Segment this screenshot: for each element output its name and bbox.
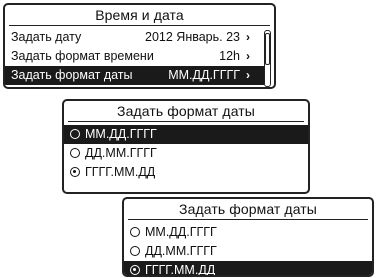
dialog-title: Задать формат даты [128, 199, 368, 220]
radio-checked-icon [70, 167, 80, 177]
scrollbar[interactable] [264, 30, 271, 87]
option-dd-mm-yyyy[interactable]: ДД.ММ.ГГГГ [64, 144, 308, 163]
option-label: ДД.ММ.ГГГГ [145, 244, 217, 258]
radio-icon [70, 148, 80, 158]
date-format-panel-2: Задать формат даты ММ.ДД.ГГГГ ДД.ММ.ГГГГ… [122, 197, 374, 277]
option-list: ММ.ДД.ГГГГ ДД.ММ.ГГГГ ГГГГ.ММ.ДД [124, 220, 372, 277]
menu-item-value: ММ.ДД.ГГГГ [168, 68, 240, 82]
menu-item-set-date-format[interactable]: Задать формат даты ММ.ДД.ГГГГ › [5, 66, 264, 85]
dialog-title: Задать формат даты [68, 101, 304, 122]
option-list: ММ.ДД.ГГГГ ДД.ММ.ГГГГ ГГГГ.ММ.ДД [64, 122, 308, 182]
option-label: ДД.ММ.ГГГГ [85, 146, 157, 160]
menu-item-label: Задать формат времени [11, 49, 154, 63]
option-yyyy-mm-dd[interactable]: ГГГГ.ММ.ДД [64, 163, 308, 182]
menu-item-label: Задать дату [11, 30, 82, 44]
option-label: ММ.ДД.ГГГГ [85, 127, 157, 141]
date-format-panel-1: Задать формат даты ММ.ДД.ГГГГ ДД.ММ.ГГГГ… [62, 99, 310, 194]
time-date-menu-panel: Время и дата Задать дату 2012 Январь. 23… [3, 3, 276, 89]
menu-item-set-time-format[interactable]: Задать формат времени 12h › [5, 47, 264, 66]
chevron-right-icon: › [246, 49, 250, 63]
radio-icon [130, 246, 140, 256]
menu-title: Время и дата [9, 5, 270, 26]
radio-checked-icon [130, 265, 140, 275]
option-yyyy-mm-dd[interactable]: ГГГГ.ММ.ДД [124, 261, 372, 277]
menu-item-label: Задать формат даты [11, 68, 133, 82]
option-label: ГГГГ.ММ.ДД [145, 263, 216, 277]
menu-item-set-date[interactable]: Задать дату 2012 Январь. 23 › [5, 28, 264, 47]
option-label: ММ.ДД.ГГГГ [145, 225, 217, 239]
option-mm-dd-yyyy[interactable]: ММ.ДД.ГГГГ [64, 125, 308, 144]
menu-list: Задать дату 2012 Январь. 23 › Задать фор… [5, 26, 274, 85]
option-label: ГГГГ.ММ.ДД [85, 165, 156, 179]
option-dd-mm-yyyy[interactable]: ДД.ММ.ГГГГ [124, 242, 372, 261]
menu-item-value: 12h [219, 49, 240, 63]
radio-icon [70, 129, 80, 139]
option-mm-dd-yyyy[interactable]: ММ.ДД.ГГГГ [124, 223, 372, 242]
menu-item-value: 2012 Январь. 23 [145, 30, 240, 44]
chevron-right-icon: › [246, 30, 250, 44]
radio-icon [130, 227, 140, 237]
scrollbar-thumb[interactable] [265, 33, 270, 65]
chevron-right-icon: › [246, 68, 250, 82]
